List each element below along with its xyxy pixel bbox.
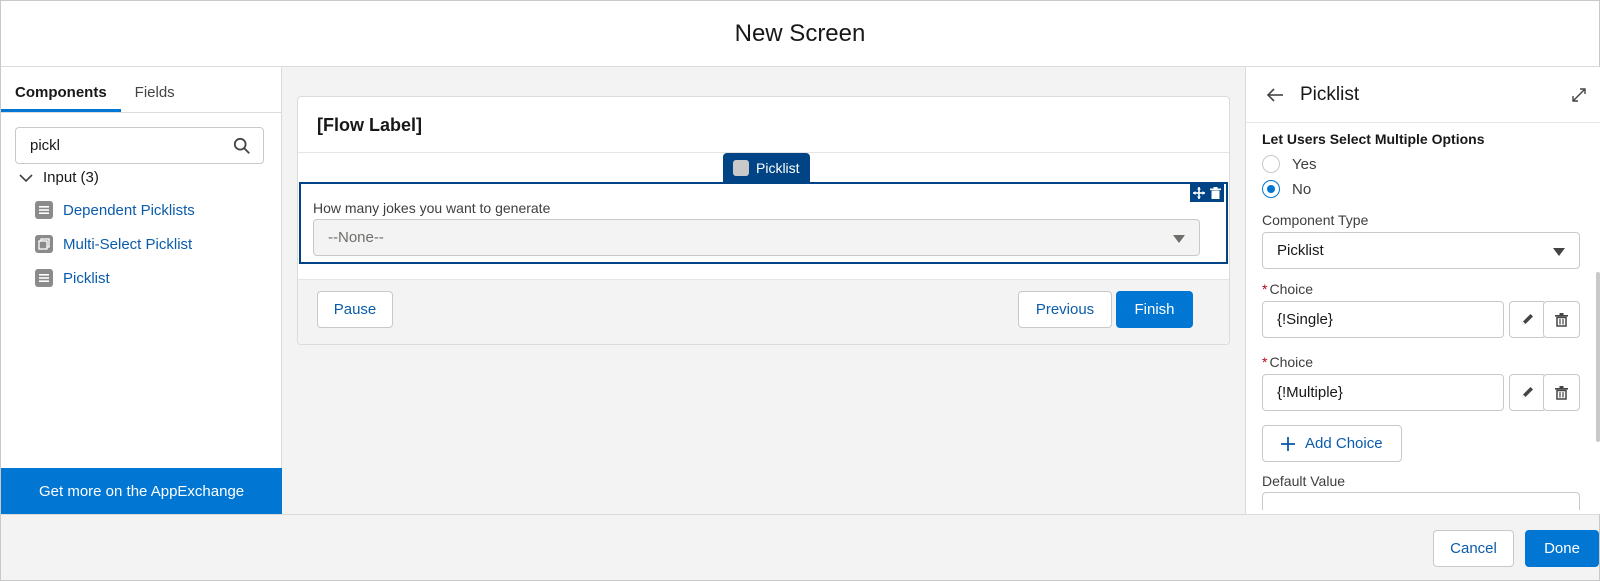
component-list: Dependent Picklists Multi-Select Picklis…: [35, 193, 195, 295]
flow-label-title: [Flow Label]: [317, 115, 422, 135]
add-choice-button[interactable]: Add Choice: [1262, 425, 1402, 462]
caret-down-icon: [1173, 235, 1185, 243]
component-label: Multi-Select Picklist: [63, 235, 193, 253]
modal-header: New Screen: [1, 1, 1599, 67]
plus-icon: [1281, 436, 1295, 451]
pencil-icon: [1522, 314, 1533, 325]
component-type-select[interactable]: Picklist: [1262, 232, 1580, 269]
choice-input-2[interactable]: {!Multiple}: [1262, 374, 1504, 411]
component-palette: Components Fields pickl Input (3) Depend…: [1, 67, 282, 514]
pencil-icon: [1522, 387, 1533, 398]
tab-components[interactable]: Components: [1, 67, 121, 112]
trash-icon: [1555, 312, 1568, 327]
input-group-label: Input (3): [43, 169, 99, 186]
list-icon: [35, 269, 53, 287]
properties-title: Picklist: [1300, 83, 1360, 105]
choice-value: {!Single}: [1277, 311, 1333, 328]
delete-icon[interactable]: [1210, 187, 1222, 199]
component-type-value: Picklist: [1277, 242, 1324, 259]
new-screen-modal: New Screen Components Fields pickl Input…: [0, 0, 1600, 581]
trash-icon: [1555, 385, 1568, 400]
picklist-field-select[interactable]: --None--: [313, 219, 1200, 256]
properties-panel: Picklist Let Users Select Multiple Optio…: [1245, 67, 1600, 514]
move-icon[interactable]: [1192, 187, 1205, 199]
search-input-value: pickl: [30, 137, 61, 154]
modal-title: New Screen: [734, 19, 866, 47]
component-search-input[interactable]: pickl: [15, 127, 264, 164]
finish-button[interactable]: Finish: [1116, 291, 1193, 328]
multi-select-label: Let Users Select Multiple Options: [1262, 131, 1485, 147]
component-label: Picklist: [63, 269, 110, 287]
cancel-button[interactable]: Cancel: [1433, 530, 1514, 567]
add-choice-label: Add Choice: [1305, 435, 1383, 452]
screen-preview-card: [Flow Label] Picklist How many jokes you…: [297, 96, 1230, 345]
selected-picklist-component[interactable]: How many jokes you want to generate --No…: [299, 182, 1228, 264]
required-mark: *: [1262, 354, 1268, 370]
radio-indicator: [1262, 180, 1280, 198]
caret-down-icon: [1553, 248, 1565, 256]
radio-label: Yes: [1292, 155, 1317, 173]
delete-choice-button-1[interactable]: [1543, 301, 1580, 338]
back-arrow-icon[interactable]: [1266, 86, 1284, 104]
properties-header: Picklist: [1246, 67, 1600, 123]
component-dependent-picklists[interactable]: Dependent Picklists: [35, 193, 195, 227]
choice-value: {!Multiple}: [1277, 384, 1343, 401]
modal-footer: Cancel Done: [1, 514, 1599, 580]
radio-label: No: [1292, 180, 1312, 198]
component-picklist[interactable]: Picklist: [35, 261, 195, 295]
properties-scrollbar[interactable]: [1596, 272, 1600, 442]
default-value-label: Default Value: [1262, 473, 1346, 489]
edit-choice-button-2[interactable]: [1509, 374, 1546, 411]
edit-choice-button-1[interactable]: [1509, 301, 1546, 338]
choice-label-text: Choice: [1269, 354, 1314, 370]
required-mark: *: [1262, 281, 1268, 297]
screen-canvas: [Flow Label] Picklist How many jokes you…: [282, 67, 1245, 514]
multi-list-icon: [35, 235, 53, 253]
choice-label-1: * Choice: [1262, 281, 1313, 297]
tab-fields[interactable]: Fields: [135, 67, 175, 112]
choice-label-2: * Choice: [1262, 354, 1313, 370]
default-value-select[interactable]: [1262, 492, 1580, 510]
component-tools: [1190, 184, 1224, 202]
done-button[interactable]: Done: [1525, 530, 1599, 567]
expand-icon[interactable]: [1571, 87, 1587, 103]
choice-label-text: Choice: [1269, 281, 1314, 297]
chevron-down-icon: [19, 173, 33, 182]
picklist-field-label: How many jokes you want to generate: [313, 200, 551, 216]
component-label: Dependent Picklists: [63, 201, 195, 219]
palette-tabs: Components Fields: [1, 67, 281, 113]
choice-input-1[interactable]: {!Single}: [1262, 301, 1504, 338]
delete-choice-button-2[interactable]: [1543, 374, 1580, 411]
radio-yes[interactable]: Yes: [1262, 155, 1316, 173]
list-icon: [733, 159, 749, 176]
pause-button[interactable]: Pause: [317, 291, 393, 328]
radio-indicator: [1262, 155, 1280, 173]
picklist-field-value: --None--: [328, 229, 384, 246]
list-icon: [35, 201, 53, 219]
search-icon: [233, 137, 250, 154]
component-multi-select-picklist[interactable]: Multi-Select Picklist: [35, 227, 195, 261]
radio-no[interactable]: No: [1262, 180, 1311, 198]
appexchange-link[interactable]: Get more on the AppExchange: [1, 468, 282, 514]
component-tag-label: Picklist: [756, 159, 800, 176]
card-footer: Pause Previous Finish: [298, 279, 1229, 344]
input-group-toggle[interactable]: Input (3): [19, 169, 99, 186]
component-type-label: Component Type: [1262, 212, 1369, 228]
previous-button[interactable]: Previous: [1018, 291, 1112, 328]
selected-component-tag: Picklist: [723, 153, 810, 182]
